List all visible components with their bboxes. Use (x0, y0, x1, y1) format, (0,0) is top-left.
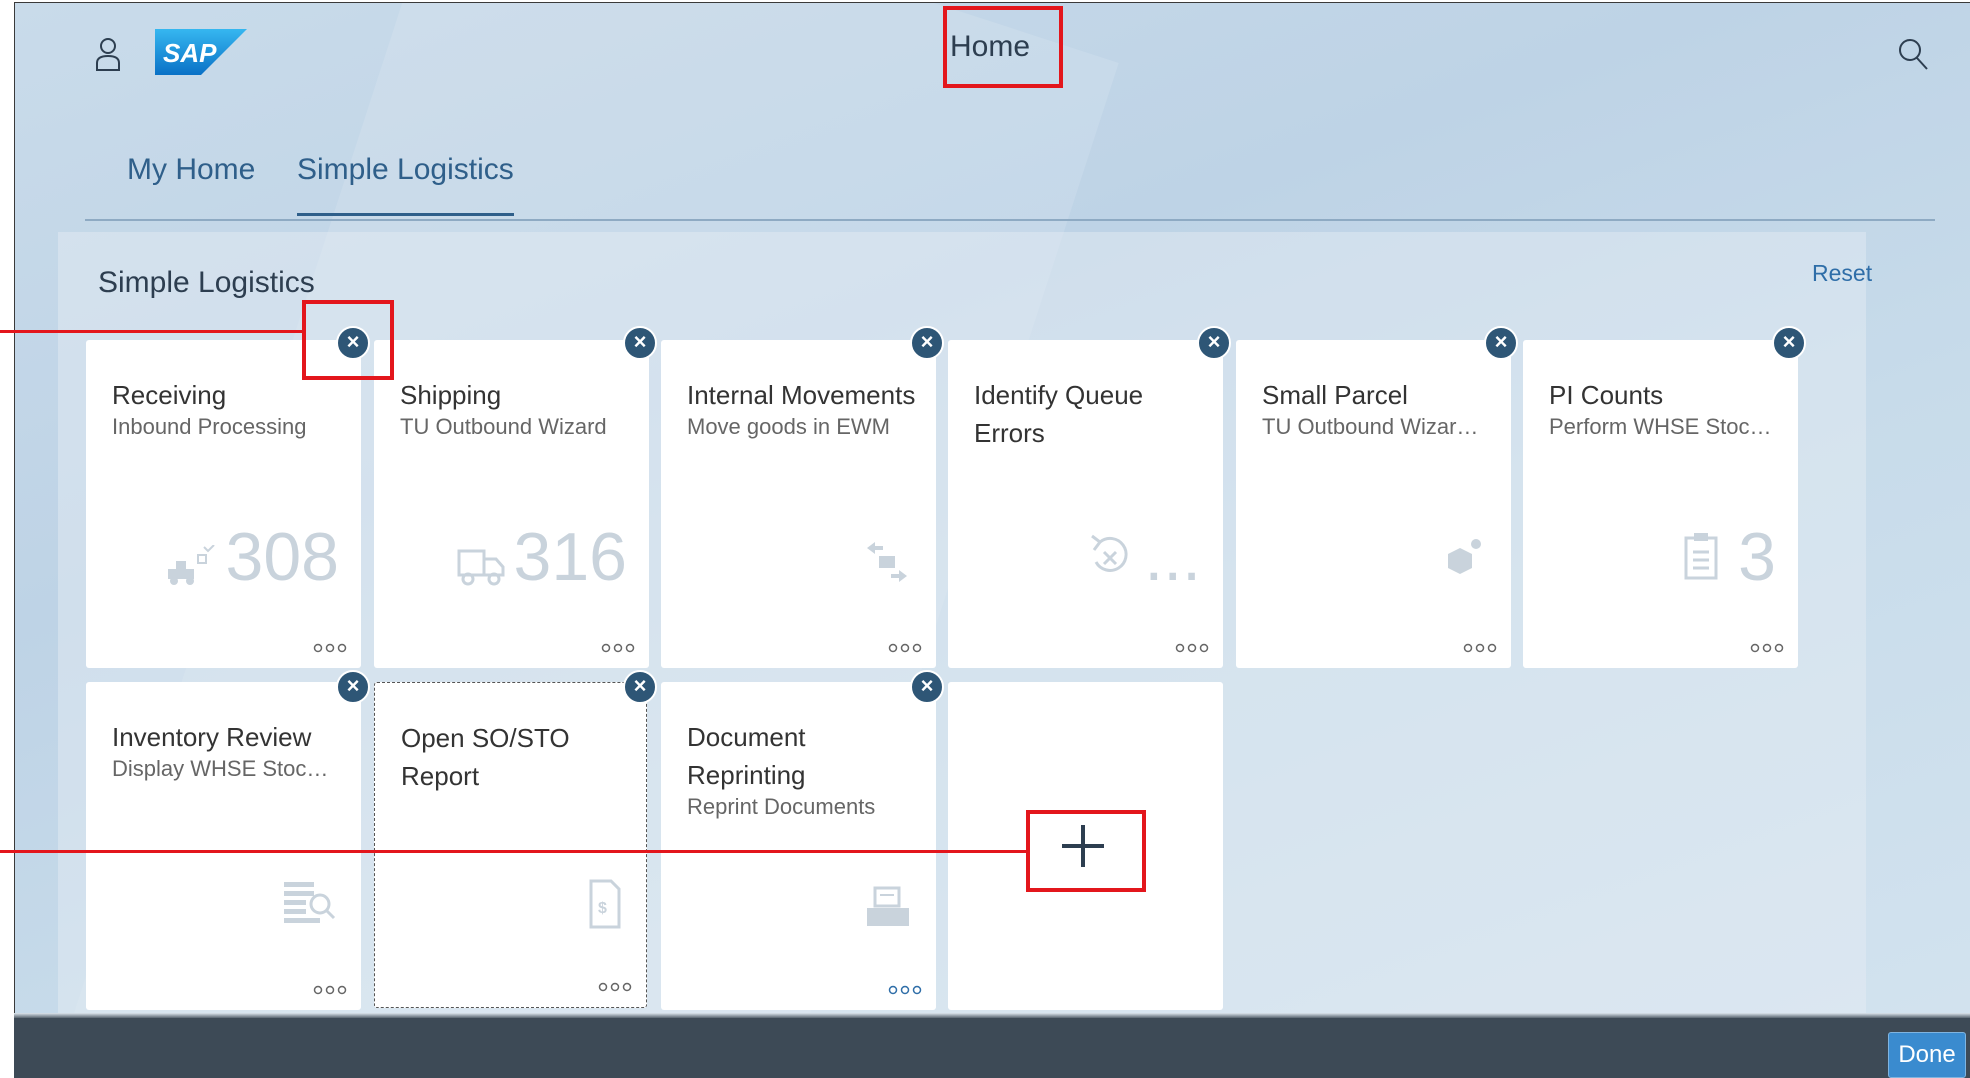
forklift-icon (168, 545, 215, 585)
more-icon[interactable] (598, 981, 632, 993)
tab-divider (85, 219, 1935, 221)
remove-tile-button[interactable]: × (336, 670, 370, 704)
remove-tile-button[interactable]: × (1484, 326, 1518, 360)
tile-receiving[interactable]: Receiving Inbound Processing 308 (86, 340, 361, 668)
tile-title: Internal Movements (687, 380, 916, 410)
tile-small-parcel[interactable]: Small Parcel TU Outbound Wizar… (1236, 340, 1511, 668)
inventory-search-icon (284, 882, 336, 923)
move-arrows-icon (867, 542, 907, 582)
tile-title: Shipping (400, 380, 502, 410)
tile-open-so-sto-report[interactable]: Open SO/STO Report $ (374, 682, 647, 1008)
tile-title: Receiving (112, 380, 227, 410)
sap-logo: SAP (155, 29, 247, 75)
callout-line-add (0, 850, 1028, 853)
highlight-box-add (1026, 810, 1146, 892)
more-icon[interactable] (313, 642, 347, 654)
more-icon[interactable] (1750, 642, 1784, 654)
tile-title: Document Reprinting (687, 722, 806, 790)
tab-bar: My Home Simple Logistics (85, 131, 1935, 223)
tile-identify-queue-errors[interactable]: Identify Queue Errors ... (948, 340, 1223, 668)
tile-inventory-review[interactable]: Inventory Review Display WHSE Stoc… (86, 682, 361, 1010)
tile-number: ... (1144, 519, 1201, 595)
tile-document-reprinting[interactable]: Document Reprinting Reprint Documents (661, 682, 936, 1010)
group-title: Simple Logistics (98, 266, 315, 299)
tile-subtitle: Display WHSE Stoc… (112, 756, 329, 781)
document-dollar-icon: $ (589, 879, 621, 929)
tile-pi-counts[interactable]: PI Counts Perform WHSE Stoc… 3 (1523, 340, 1798, 668)
tile-subtitle: Reprint Documents (687, 794, 876, 819)
user-icon[interactable] (95, 37, 121, 71)
more-icon[interactable] (601, 642, 635, 654)
more-icon[interactable] (1463, 642, 1497, 654)
undo-error-icon (1091, 534, 1128, 572)
search-icon[interactable] (1897, 37, 1929, 71)
tile-number: 316 (513, 519, 627, 595)
remove-tile-button[interactable]: × (910, 670, 944, 704)
more-icon[interactable] (888, 642, 922, 654)
remove-tile-button[interactable]: × (1772, 326, 1806, 360)
more-icon[interactable] (888, 984, 922, 996)
svg-text:$: $ (598, 900, 607, 917)
tile-shipping[interactable]: Shipping TU Outbound Wizard 316 (374, 340, 649, 668)
highlight-box-remove (302, 300, 394, 380)
tile-subtitle: Move goods in EWM (687, 414, 890, 439)
remove-tile-button[interactable]: × (623, 326, 657, 360)
tile-title: Small Parcel (1262, 380, 1408, 410)
highlight-box-title (943, 6, 1063, 88)
remove-tile-button[interactable]: × (623, 670, 657, 704)
tile-subtitle: Inbound Processing (112, 414, 307, 439)
clipboard-icon (1684, 533, 1718, 580)
tile-title: Inventory Review (112, 722, 312, 752)
tile-subtitle: Perform WHSE Stoc… (1549, 414, 1772, 439)
tile-internal-movements[interactable]: Internal Movements Move goods in EWM (661, 340, 936, 668)
tile-number: 3 (1738, 519, 1776, 595)
more-icon[interactable] (1175, 642, 1209, 654)
tab-simple-logistics[interactable]: Simple Logistics (297, 153, 514, 216)
printer-icon (867, 886, 909, 926)
tile-subtitle: TU Outbound Wizard (400, 414, 607, 439)
remove-tile-button[interactable]: × (910, 326, 944, 360)
done-button[interactable]: Done (1888, 1032, 1966, 1078)
svg-text:SAP: SAP (163, 38, 217, 68)
tile-title: Open SO/STO Report (401, 723, 570, 791)
parcel-gear-icon (1448, 539, 1481, 574)
tile-subtitle: TU Outbound Wizar… (1262, 414, 1479, 439)
tab-my-home[interactable]: My Home (127, 153, 255, 213)
truck-icon (457, 549, 505, 586)
footer-bar (14, 1018, 1970, 1078)
tile-title: PI Counts (1549, 380, 1664, 410)
tile-title: Identify Queue Errors (974, 380, 1144, 448)
remove-tile-button[interactable]: × (1197, 326, 1231, 360)
more-icon[interactable] (313, 984, 347, 996)
callout-line-remove (0, 330, 304, 333)
reset-button[interactable]: Reset (1812, 260, 1872, 287)
tile-number: 308 (225, 519, 339, 595)
